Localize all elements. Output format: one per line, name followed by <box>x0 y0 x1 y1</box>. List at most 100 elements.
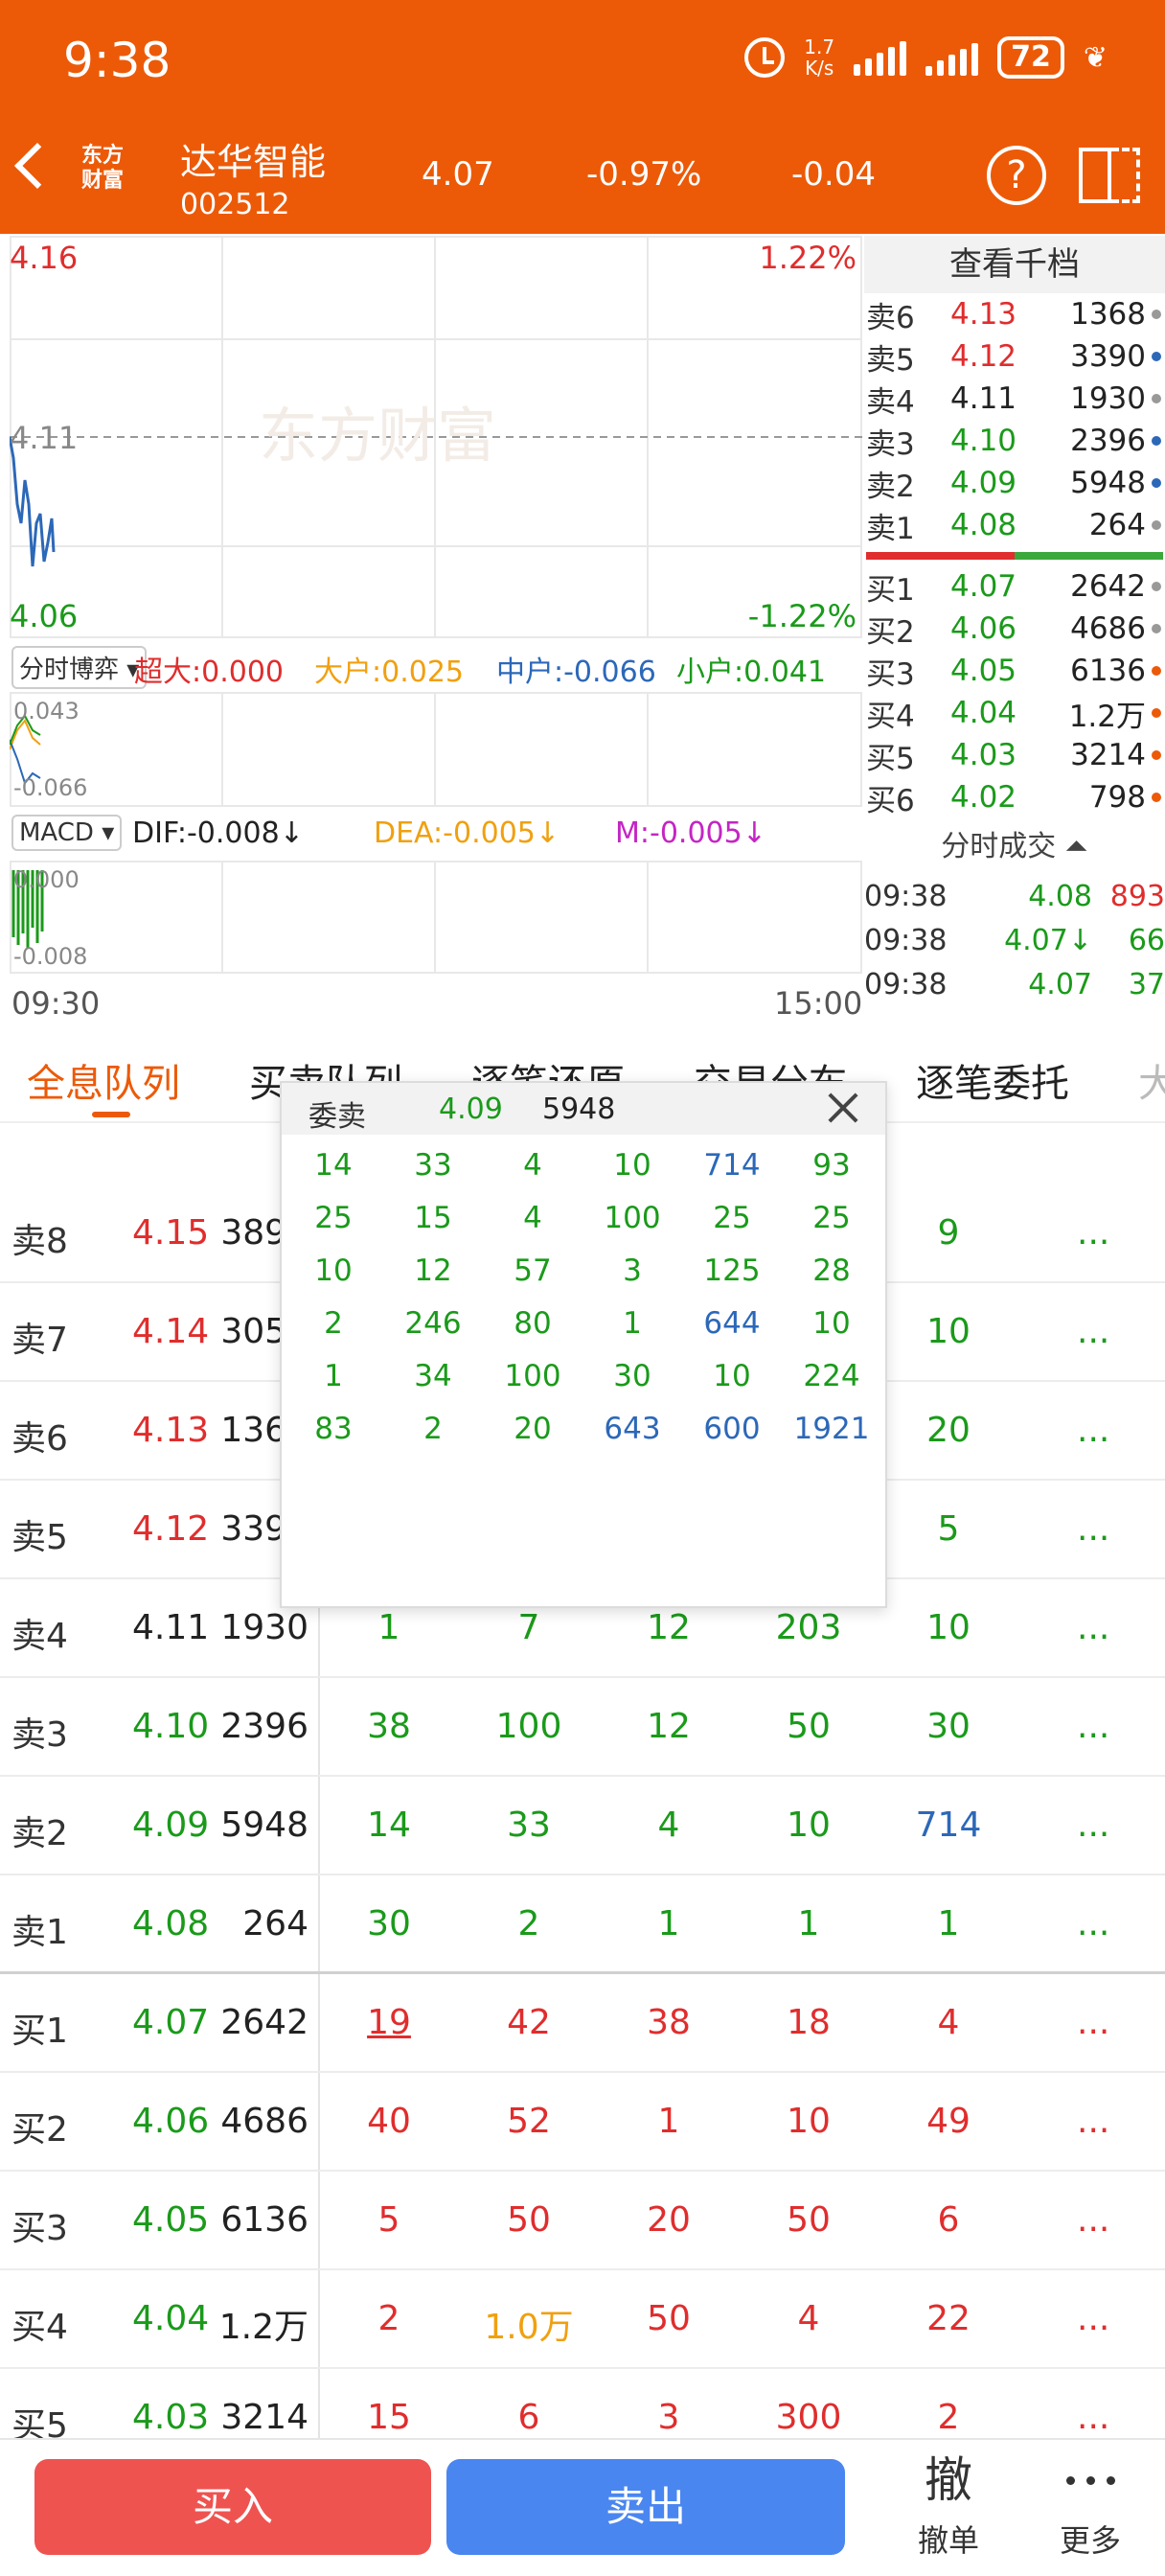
macd-selector[interactable]: MACD ▾ <box>11 815 123 851</box>
queue-order-cell: 1.0万 <box>484 2308 574 2347</box>
sell-level-row[interactable]: 卖5 4.12 3390 <box>864 335 1165 378</box>
popup-volume: 5948 <box>542 1092 616 1126</box>
level-dot-icon <box>1152 394 1161 403</box>
queue-row[interactable]: 卖2 4.09 5948 14 33 4 10 714... <box>0 1777 1165 1875</box>
close-icon[interactable] <box>826 1091 860 1125</box>
tick-trades-label: 分时成交 <box>941 830 1057 863</box>
tab-full-queue[interactable]: 全息队列 <box>27 1052 180 1108</box>
queue-order-cell: 3 <box>657 2398 680 2437</box>
queue-more-link[interactable]: ... <box>1077 1904 1109 1944</box>
view-depth-button[interactable]: 查看千档 <box>864 236 1165 293</box>
sell-level-row[interactable]: 卖4 4.11 1930 <box>864 378 1165 420</box>
order-queue-popup[interactable]: 委卖 4.09 5948 14 33 4 10 714 93 25 15 4 100 25 25 10 1… <box>280 1081 887 1608</box>
queue-level-label: 买3 <box>11 2209 68 2248</box>
sell-button[interactable]: 卖出 <box>446 2459 845 2555</box>
popup-order-cell: 30 <box>613 1359 651 1393</box>
macd-axis-bottom: -0.008 <box>13 943 88 970</box>
popup-price: 4.09 <box>439 1092 503 1126</box>
fund-flow-selector[interactable]: 分时博弈 ▾ <box>11 646 148 689</box>
queue-row[interactable]: 买1 4.07 2642 19 42 38 18 4... <box>0 1974 1165 2073</box>
queue-more-link[interactable]: ... <box>1077 1707 1109 1746</box>
cancel-order-button[interactable]: 撤 撤单 <box>891 2450 1006 2561</box>
queue-more-link[interactable]: ... <box>1077 1509 1109 1549</box>
buy-level-row[interactable]: 买2 4.06 4686 <box>864 608 1165 650</box>
queue-more-link[interactable]: ... <box>1077 1608 1109 1647</box>
buy-level-row[interactable]: 买6 4.02 798 <box>864 776 1165 818</box>
queue-order-cell: 9 <box>937 1213 960 1253</box>
queue-level-label: 买2 <box>11 2110 68 2150</box>
tick-volume: 893 <box>1109 879 1165 913</box>
queue-row[interactable]: 买3 4.05 6136 5 50 20 50 6... <box>0 2172 1165 2270</box>
popup-order-cell: 644 <box>703 1306 761 1341</box>
queue-order-cell: 40 <box>367 2102 411 2141</box>
back-icon[interactable] <box>13 142 61 190</box>
buy-levels: 买1 4.07 2642 买2 4.06 4686 买3 4.05 6136 买4 4.04 1.2万… <box>864 565 1165 820</box>
queue-level-price: 4.07 <box>132 2003 210 2042</box>
order-book-panel: 查看千档 卖6 4.13 1368 卖5 4.12 3390 卖4 4.11 1930 卖3 4.1… <box>864 236 1165 1025</box>
popup-order-cell: 34 <box>414 1359 452 1393</box>
tab-order-by-order[interactable]: 逐笔委托 <box>916 1052 1069 1108</box>
queue-row[interactable]: 买4 4.04 1.2万 2 1.0万 50 4 22... <box>0 2270 1165 2369</box>
queue-more-link[interactable]: ... <box>1077 2398 1109 2437</box>
sell-level-row[interactable]: 卖2 4.09 5948 <box>864 462 1165 504</box>
buy-button[interactable]: 买入 <box>34 2459 431 2555</box>
popup-header: 委卖 4.09 5948 <box>282 1083 885 1135</box>
queue-level-label: 卖5 <box>11 1518 68 1557</box>
sell-level-row[interactable]: 卖6 4.13 1368 <box>864 293 1165 335</box>
level-dot-icon <box>1152 520 1161 530</box>
intraday-chart[interactable]: 东方财富 4.16 1.22% 4.11 4.06 -1.22% <box>10 236 862 638</box>
popup-order-cell: 12 <box>414 1254 452 1288</box>
queue-level-volume: 5948 <box>220 1806 308 1845</box>
help-icon[interactable]: ? <box>987 146 1046 205</box>
buy-level-row[interactable]: 买5 4.03 3214 <box>864 734 1165 776</box>
level-volume: 2396 <box>1070 424 1146 458</box>
chart-high-pct: 1.22% <box>759 240 857 276</box>
queue-order-cell: 18 <box>787 2003 831 2042</box>
queue-order-cell: 20 <box>647 2200 691 2240</box>
tick-trades-list[interactable]: 09:38 4.08 893 09:38 4.07↓ 66 09:38 4.07 37 <box>864 874 1165 1006</box>
queue-more-link[interactable]: ... <box>1077 1213 1109 1253</box>
sell-level-row[interactable]: 卖1 4.08 264 <box>864 504 1165 546</box>
queue-order-cell: 2 <box>377 2299 400 2338</box>
buy-level-row[interactable]: 买3 4.05 6136 <box>864 650 1165 692</box>
status-time: 9:38 <box>63 33 171 88</box>
fund-flow-selector-label: 分时博弈 <box>19 656 120 684</box>
more-button[interactable]: 更多 <box>1033 2450 1148 2561</box>
stock-name[interactable]: 达华智能 <box>180 132 326 185</box>
tab-more[interactable]: 大 <box>1138 1052 1165 1108</box>
leaf-icon: ❦ <box>1083 40 1108 75</box>
level-dot-icon <box>1152 793 1161 802</box>
queue-order-cell: 100 <box>495 1707 562 1746</box>
popup-grid-row: 2 246 80 1 644 10 <box>282 1299 889 1351</box>
queue-more-link[interactable]: ... <box>1077 1312 1109 1351</box>
queue-level-volume: 6136 <box>220 2200 308 2240</box>
brand-logo-top: 东方 <box>80 144 124 168</box>
popup-order-cell: 2 <box>423 1412 443 1446</box>
queue-level-label: 卖1 <box>11 1913 68 1952</box>
queue-row[interactable]: 买2 4.06 4686 40 52 1 10 49... <box>0 2073 1165 2172</box>
level-dot-icon <box>1152 582 1161 591</box>
chart-ref-price: 4.11 <box>10 420 79 456</box>
queue-more-link[interactable]: ... <box>1077 2003 1109 2042</box>
switch-layout-icon[interactable] <box>1079 144 1140 205</box>
network-speed-value: 1.7 <box>804 35 835 58</box>
popup-grid-row: 25 15 4 100 25 25 <box>282 1193 889 1246</box>
buy-level-row[interactable]: 买1 4.07 2642 <box>864 565 1165 608</box>
popup-order-cell: 57 <box>514 1254 552 1288</box>
sell-level-row[interactable]: 卖3 4.10 2396 <box>864 420 1165 462</box>
queue-row[interactable]: 卖3 4.10 2396 38 100 12 50 30... <box>0 1678 1165 1777</box>
level-price: 4.08 <box>950 508 1017 542</box>
macd-m: M:-0.005↓ <box>615 816 766 850</box>
queue-more-link[interactable]: ... <box>1077 2102 1109 2141</box>
tick-trades-title[interactable]: 分时成交 ⏶ <box>864 820 1165 874</box>
active-tab-indicator <box>92 1112 130 1117</box>
queue-level-label: 卖6 <box>11 1419 68 1459</box>
queue-level-volume: 3214 <box>220 2398 308 2437</box>
queue-more-link[interactable]: ... <box>1077 2299 1109 2338</box>
queue-more-link[interactable]: ... <box>1077 1411 1109 1450</box>
level-label: 卖1 <box>866 511 915 546</box>
queue-row[interactable]: 卖1 4.08 264 30 2 1 1 1... <box>0 1875 1165 1974</box>
buy-level-row[interactable]: 买4 4.04 1.2万 <box>864 692 1165 734</box>
queue-more-link[interactable]: ... <box>1077 1806 1109 1845</box>
queue-more-link[interactable]: ... <box>1077 2200 1109 2240</box>
